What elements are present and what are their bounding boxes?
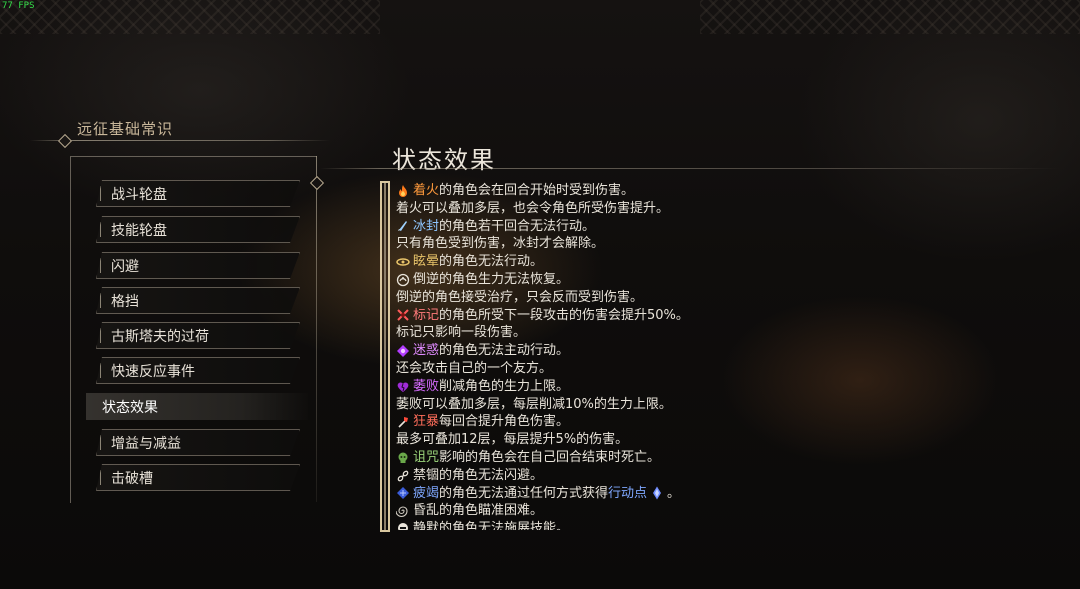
line-text: 影响的角色会在自己回合结束时死亡。 <box>439 449 661 465</box>
text-line: 最多可叠加12层，每层提升5%的伤害。 <box>396 431 1036 449</box>
menu-item-combat-wheel[interactable]: 战斗轮盘 <box>96 180 300 207</box>
action-point-icon <box>653 486 662 500</box>
text-line: 只有角色受到伤害，冰封才会解除。 <box>396 235 1036 253</box>
keyword-burn: 着火 <box>413 183 440 198</box>
line-text: 最多可叠加12层，每层提升5%的伤害。 <box>396 432 629 448</box>
menu-item-quick-time-events[interactable]: 快速反应事件 <box>96 357 300 384</box>
daze-icon <box>396 258 410 266</box>
line-text: 的角色无法通过任何方式获得 <box>439 485 609 501</box>
scrollbar-thumb[interactable] <box>380 181 390 532</box>
keyword-silence: 静默 <box>413 521 440 530</box>
menu-item-dodge[interactable]: 闪避 <box>96 252 300 279</box>
line-text: 着火可以叠加多层，也会令角色所受伤害提升。 <box>396 200 670 216</box>
confusion-icon <box>397 345 409 358</box>
line-text: 每回合提升角色伤害。 <box>439 414 570 430</box>
line-text: 只有角色受到伤害，冰封才会解除。 <box>396 236 605 252</box>
text-line: 标记只影响一段伤害。 <box>396 324 1036 342</box>
mark-icon <box>397 309 409 322</box>
title-divider <box>320 168 1060 169</box>
keyword-mark: 标记 <box>413 307 440 323</box>
reversal-icon <box>396 273 410 287</box>
dizzy-icon <box>396 506 408 518</box>
text-line: 诅咒 影响的角色会在自己回合结束时死亡。 <box>396 449 1036 467</box>
page-title: 状态效果 <box>392 146 496 174</box>
menu-item-buffs-debuffs[interactable]: 增益与减益 <box>96 429 300 456</box>
keyword-doom: 诅咒 <box>413 449 440 465</box>
line-text: 的角色瞄准困难。 <box>439 503 544 519</box>
line-text-tail: 。 <box>667 485 681 501</box>
menu-item-gustave-overcharge[interactable]: 古斯塔夫的过荷 <box>96 322 300 349</box>
text-line: 昏乱 的角色瞄准困难。 <box>396 502 1036 520</box>
text-line: 萎败可以叠加多层，每层削减10%的生力上限。 <box>396 396 1036 414</box>
menu-item-status-effects[interactable]: 状态效果 <box>86 393 308 420</box>
line-text: 倒逆的角色接受治疗，只会反而受到伤害。 <box>396 289 644 305</box>
shackle-icon <box>397 470 409 481</box>
text-line: 眩晕 的角色无法行动。 <box>396 253 1036 271</box>
text-line: 着火 的角色会在回合开始时受到伤害。 <box>396 182 1036 200</box>
menu-item-skill-wheel[interactable]: 技能轮盘 <box>96 216 300 243</box>
text-line: 倒逆 的角色生力无法恢复。 <box>396 271 1036 289</box>
text-line: 禁锢 的角色无法闪避。 <box>396 467 1036 485</box>
curse-icon <box>398 452 408 463</box>
line-text: 的角色生力无法恢复。 <box>439 271 570 287</box>
line-text: 的角色会在回合开始时受到伤害。 <box>439 183 635 198</box>
fps-counter: 77 FPS <box>2 1 35 11</box>
ice-icon <box>398 221 407 232</box>
section-title: 远征基础常识 <box>77 120 174 138</box>
keyword-freeze: 冰封 <box>413 218 440 234</box>
fire-icon <box>399 184 407 197</box>
line-text: 的角色无法施展技能。 <box>439 521 570 530</box>
menu-frame-edge <box>316 156 317 502</box>
keyword-blight: 萎败 <box>413 378 440 394</box>
rage-icon <box>398 417 408 428</box>
text-line: 着火可以叠加多层，也会令角色所受伤害提升。 <box>396 200 1036 218</box>
line-text: 的角色无法主动行动。 <box>439 343 570 359</box>
text-line: 标记 的角色所受下一段攻击的伤害会提升50%。 <box>396 307 1036 325</box>
text-line: 疲竭 的角色无法通过任何方式获得 行动点 。 <box>396 485 1036 503</box>
keyword-inverted: 倒逆 <box>413 271 440 287</box>
exhaust-icon <box>397 487 409 500</box>
text-line: 狂暴 每回合提升角色伤害。 <box>396 413 1036 431</box>
text-line: 迷惑 的角色无法主动行动。 <box>396 342 1036 360</box>
text-line: 冰封 的角色若干回合无法行动。 <box>396 218 1036 236</box>
keyword-blind: 昏乱 <box>413 503 440 519</box>
wither-icon <box>397 382 409 392</box>
keyword-rage: 狂暴 <box>413 414 440 430</box>
line-text: 还会攻击自己的一个友方。 <box>396 360 553 376</box>
line-text: 削减角色的生力上限。 <box>439 378 570 394</box>
line-text: 的角色无法闪避。 <box>439 467 544 483</box>
line-text: 标记只影响一段伤害。 <box>396 325 527 341</box>
keyword-shackle: 禁锢 <box>413 467 440 483</box>
menu-item-parry[interactable]: 格挡 <box>96 287 300 314</box>
action-points-label: 行动点 <box>608 485 648 501</box>
keyword-stun: 眩晕 <box>413 254 440 270</box>
section-divider <box>30 140 330 141</box>
line-text: 萎败可以叠加多层，每层削减10%的生力上限。 <box>396 396 672 412</box>
menu-item-break-gauge[interactable]: 击破槽 <box>96 464 300 491</box>
text-line: 还会攻击自己的一个友方。 <box>396 360 1036 378</box>
line-text: 的角色无法行动。 <box>439 254 544 270</box>
divider-diamond-icon <box>57 133 73 149</box>
text-line: 静默 的角色无法施展技能。 <box>396 520 1036 530</box>
line-text: 的角色所受下一段攻击的伤害会提升50%。 <box>439 307 689 323</box>
status-effects-text: 着火 的角色会在回合开始时受到伤害。 着火可以叠加多层，也会令角色所受伤害提升。… <box>396 182 1036 530</box>
text-line: 倒逆的角色接受治疗，只会反而受到伤害。 <box>396 289 1036 307</box>
keyword-exhaust: 疲竭 <box>413 485 440 501</box>
line-text: 的角色若干回合无法行动。 <box>439 218 596 234</box>
text-line: 萎败 削减角色的生力上限。 <box>396 378 1036 396</box>
top-ornament <box>0 0 380 34</box>
top-ornament-right <box>700 0 1080 34</box>
keyword-charm: 迷惑 <box>413 343 440 359</box>
silence-icon <box>398 523 408 530</box>
